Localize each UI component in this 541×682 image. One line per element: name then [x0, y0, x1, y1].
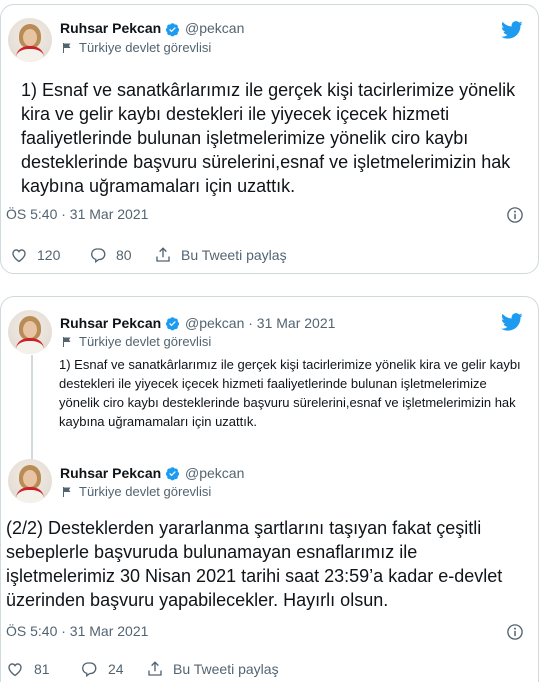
like-count: 120	[37, 247, 61, 263]
verified-badge-icon	[165, 317, 180, 331]
quoted-tweet-text: 1) Esnaf ve sanatkârlarımız ile gerçek k…	[59, 357, 521, 429]
author-name[interactable]: Ruhsar Pekcan	[60, 315, 161, 331]
info-icon[interactable]	[506, 623, 524, 641]
reply-count: 80	[116, 247, 132, 263]
verified-badge-icon	[165, 467, 180, 481]
reply-count: 24	[108, 661, 124, 677]
heart-icon[interactable]	[6, 660, 24, 678]
share-tweet-link[interactable]: Bu Tweeti paylaş	[181, 247, 287, 263]
info-icon[interactable]	[506, 206, 524, 224]
avatar[interactable]	[8, 310, 52, 354]
heart-icon[interactable]	[10, 246, 28, 264]
government-label: Türkiye devlet görevlisi	[79, 484, 212, 499]
twitter-bird-icon[interactable]	[501, 19, 523, 41]
tweet-card: Ruhsar Pekcan @pekcan Türkiye devlet gör…	[0, 4, 539, 274]
tweet-text: 1) Esnaf ve sanatkârlarımız ile gerçek k…	[21, 80, 516, 196]
author-handle-date[interactable]: @pekcan · 31 Mar 2021	[185, 315, 335, 331]
tweet-text: (2/2) Desteklerden yararlanma şartlarını…	[6, 518, 503, 610]
author-handle[interactable]: @pekcan	[185, 465, 244, 481]
reply-icon[interactable]	[89, 246, 107, 264]
share-tweet-link[interactable]: Bu Tweeti paylaş	[173, 661, 279, 677]
share-icon[interactable]	[154, 246, 172, 264]
reply-icon[interactable]	[80, 660, 98, 678]
like-count: 81	[34, 661, 50, 677]
government-label: Türkiye devlet görevlisi	[79, 334, 212, 349]
tweet-card: Ruhsar Pekcan @pekcan · 31 Mar 2021 Türk…	[0, 296, 539, 682]
share-icon[interactable]	[146, 660, 164, 678]
author-handle[interactable]: @pekcan	[185, 20, 244, 36]
flag-icon	[63, 487, 71, 497]
avatar[interactable]	[8, 18, 52, 62]
government-label: Türkiye devlet görevlisi	[79, 40, 212, 55]
flag-icon	[63, 337, 71, 347]
author-name[interactable]: Ruhsar Pekcan	[60, 20, 161, 36]
verified-badge-icon	[165, 23, 180, 37]
author-name[interactable]: Ruhsar Pekcan	[60, 465, 161, 481]
tweet-timestamp[interactable]: ÖS 5:40 · 31 Mar 2021	[6, 623, 148, 639]
avatar[interactable]	[8, 459, 52, 503]
twitter-bird-icon[interactable]	[501, 311, 523, 333]
flag-icon	[63, 43, 71, 53]
tweet-timestamp[interactable]: ÖS 5:40 · 31 Mar 2021	[6, 206, 148, 222]
thread-connector-line	[31, 355, 33, 475]
